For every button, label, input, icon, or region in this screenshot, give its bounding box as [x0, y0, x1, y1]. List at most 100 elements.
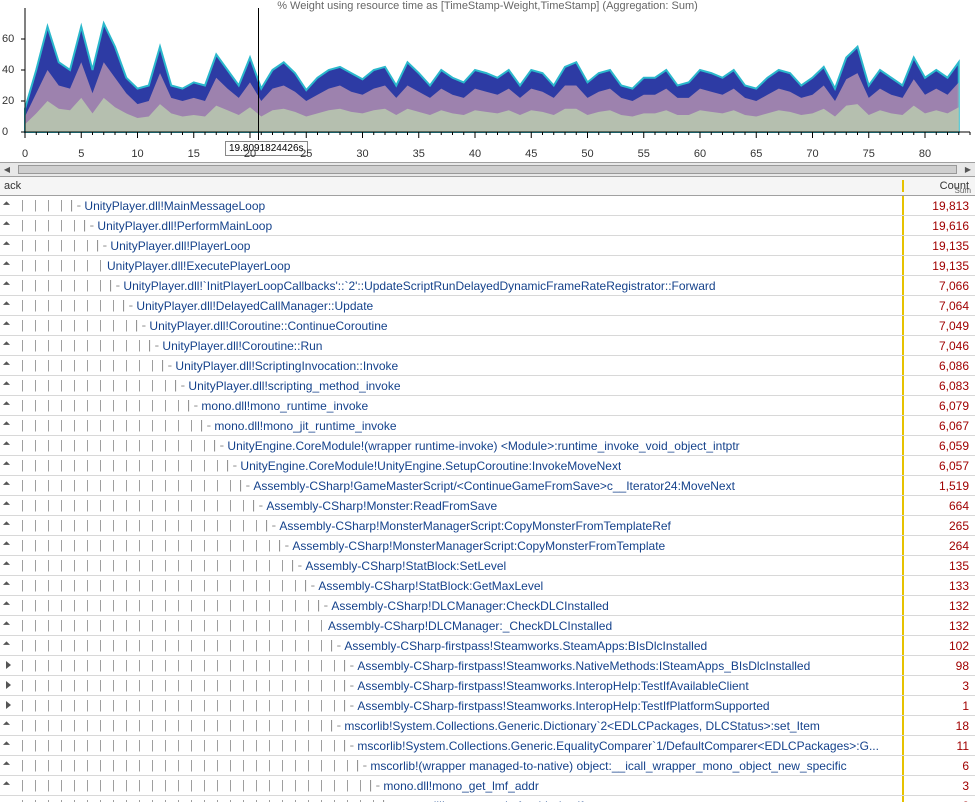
stack-row[interactable]: |||||||||||- UnityPlayer.dll!Coroutine::… — [0, 336, 975, 356]
expander-expanded-icon[interactable] — [4, 761, 13, 770]
expander-expanded-icon[interactable] — [4, 341, 13, 350]
scroll-right-arrow[interactable]: ▶ — [961, 163, 975, 176]
stack-row[interactable]: ||||||- UnityPlayer.dll!PerformMainLoop1… — [0, 216, 975, 236]
expander-expanded-icon[interactable] — [4, 221, 13, 230]
expander-expanded-icon[interactable] — [4, 601, 13, 610]
stack-row[interactable]: |||||||||||||||||||||||||- Assembly-CSha… — [0, 636, 975, 656]
stack-row[interactable]: ||||||||||||||||||||||||||- Assembly-CSh… — [0, 696, 975, 716]
expander-expanded-icon[interactable] — [4, 301, 13, 310]
expander-expanded-icon[interactable] — [4, 741, 13, 750]
stack-row[interactable]: ||||||||||||||||||||||||||- mscorlib!Sys… — [0, 736, 975, 756]
count-value: 7,049 — [902, 316, 975, 335]
stack-row[interactable]: |||||||||||||||||||||||||- mscorlib!Syst… — [0, 716, 975, 736]
expander-collapsed-icon[interactable] — [4, 661, 13, 670]
time-marker[interactable] — [258, 8, 259, 140]
tree-guide: | — [107, 379, 120, 393]
stack-row[interactable]: ||||||||||||||||||||||||||- Assembly-CSh… — [0, 656, 975, 676]
tree-guide: | — [94, 379, 107, 393]
expander-expanded-icon[interactable] — [4, 461, 13, 470]
tree-guide: | — [198, 559, 211, 573]
tree-guide: | — [198, 459, 211, 473]
stack-row[interactable]: |||||- UnityPlayer.dll!MainMessageLoop19… — [0, 196, 975, 216]
tree-guide: | — [289, 579, 302, 593]
stack-row[interactable]: |||||||||||||||||||- Assembly-CSharp!Mon… — [0, 496, 975, 516]
stack-row[interactable]: ||||||||||||- UnityPlayer.dll!ScriptingI… — [0, 356, 975, 376]
expander-expanded-icon[interactable] — [4, 721, 13, 730]
expander-collapsed-icon[interactable] — [4, 681, 13, 690]
stack-row[interactable]: |||||||||||||- UnityPlayer.dll!scripting… — [0, 376, 975, 396]
expander-expanded-icon[interactable] — [4, 641, 13, 650]
tree-guide: | — [55, 279, 68, 293]
x-tick-label: 75 — [863, 148, 875, 160]
tree-guide: | — [68, 359, 81, 373]
column-header-stack[interactable]: ack — [0, 180, 902, 192]
stack-row[interactable]: |||||||- UnityPlayer.dll!PlayerLoop19,13… — [0, 236, 975, 256]
count-value: 135 — [902, 556, 975, 575]
tree-branch: |- — [81, 219, 97, 233]
tree-guide: | — [185, 779, 198, 793]
expander-expanded-icon[interactable] — [4, 261, 13, 270]
function-name: mono.dll!mono_runtime_invoke — [201, 399, 368, 413]
tree-guide: | — [42, 459, 55, 473]
expander-expanded-icon[interactable] — [4, 561, 13, 570]
expander-expanded-icon[interactable] — [4, 381, 13, 390]
stack-row[interactable]: ||||||||||||||||||||||||Assembly-CSharp!… — [0, 616, 975, 636]
expander-expanded-icon[interactable] — [4, 421, 13, 430]
tree-guide: | — [146, 619, 159, 633]
call-tree[interactable]: |||||- UnityPlayer.dll!MainMessageLoop19… — [0, 196, 975, 802]
stack-row[interactable]: |||||||||||||||||||||||||||||- mono.dll!… — [0, 796, 975, 802]
tree-guide: | — [42, 399, 55, 413]
stack-row[interactable]: ||||||||||||||||||||||||- Assembly-CShar… — [0, 596, 975, 616]
expander-expanded-icon[interactable] — [4, 281, 13, 290]
stack-row[interactable]: ||||||||||||||||||- Assembly-CSharp!Game… — [0, 476, 975, 496]
tree-guide: | — [29, 559, 42, 573]
tree-guide: | — [263, 739, 276, 753]
expander-expanded-icon[interactable] — [4, 621, 13, 630]
stack-row[interactable]: ||||||||||||||||||||||||||- Assembly-CSh… — [0, 676, 975, 696]
stack-row[interactable]: ||||||||||||||||||||- Assembly-CSharp!Mo… — [0, 516, 975, 536]
stack-row[interactable]: |||||||||||||||||||||- Assembly-CSharp!M… — [0, 536, 975, 556]
expander-expanded-icon[interactable] — [4, 241, 13, 250]
tree-branch: |- — [68, 199, 84, 213]
expander-expanded-icon[interactable] — [4, 401, 13, 410]
timeline-chart[interactable]: % Weight using resource time as [TimeSta… — [0, 0, 975, 163]
stack-row[interactable]: |||||||||||||||- mono.dll!mono_jit_runti… — [0, 416, 975, 436]
tree-guide: | — [107, 299, 120, 313]
stack-row[interactable]: |||||||||||||||||- UnityEngine.CoreModul… — [0, 456, 975, 476]
expander-expanded-icon[interactable] — [4, 541, 13, 550]
expander-expanded-icon[interactable] — [4, 321, 13, 330]
tree-guide: | — [16, 319, 29, 333]
tree-guide: | — [146, 379, 159, 393]
expander-expanded-icon[interactable] — [4, 581, 13, 590]
horizontal-scrollbar[interactable]: ◀ ▶ — [0, 163, 975, 177]
stack-row[interactable]: ||||||||||- UnityPlayer.dll!Coroutine::C… — [0, 316, 975, 336]
tree-branch: |- — [367, 779, 383, 793]
expander-expanded-icon[interactable] — [4, 781, 13, 790]
stack-row[interactable]: |||||||||- UnityPlayer.dll!DelayedCallMa… — [0, 296, 975, 316]
scroll-left-arrow[interactable]: ◀ — [0, 163, 14, 176]
stack-row[interactable]: |||||||UnityPlayer.dll!ExecutePlayerLoop… — [0, 256, 975, 276]
tree-guide: | — [55, 459, 68, 473]
stack-row[interactable]: ||||||||||||||- mono.dll!mono_runtime_in… — [0, 396, 975, 416]
scroll-thumb[interactable] — [18, 165, 957, 174]
stack-row[interactable]: |||||||||||||||||||||||||||- mscorlib!(w… — [0, 756, 975, 776]
tree-guide: | — [159, 599, 172, 613]
expander-expanded-icon[interactable] — [4, 201, 13, 210]
expander-expanded-icon[interactable] — [4, 361, 13, 370]
expander-expanded-icon[interactable] — [4, 521, 13, 530]
stack-row[interactable]: ||||||||||||||||||||||- Assembly-CSharp!… — [0, 556, 975, 576]
tree-guide: | — [211, 739, 224, 753]
tree-guide: | — [133, 339, 146, 353]
expander-expanded-icon[interactable] — [4, 481, 13, 490]
expander-expanded-icon[interactable] — [4, 441, 13, 450]
expander-expanded-icon[interactable] — [4, 501, 13, 510]
column-header-count[interactable]: Count Sum — [902, 180, 975, 192]
stack-row[interactable]: |||||||||||||||||||||||- Assembly-CSharp… — [0, 576, 975, 596]
stack-row[interactable]: ||||||||||||||||- UnityEngine.CoreModule… — [0, 436, 975, 456]
tree-guide: | — [120, 619, 133, 633]
expander-collapsed-icon[interactable] — [4, 701, 13, 710]
stack-row[interactable]: ||||||||||||||||||||||||||||- mono.dll!m… — [0, 776, 975, 796]
tree-guide: | — [185, 459, 198, 473]
tree-guide: | — [263, 719, 276, 733]
stack-row[interactable]: ||||||||- UnityPlayer.dll!`InitPlayerLoo… — [0, 276, 975, 296]
